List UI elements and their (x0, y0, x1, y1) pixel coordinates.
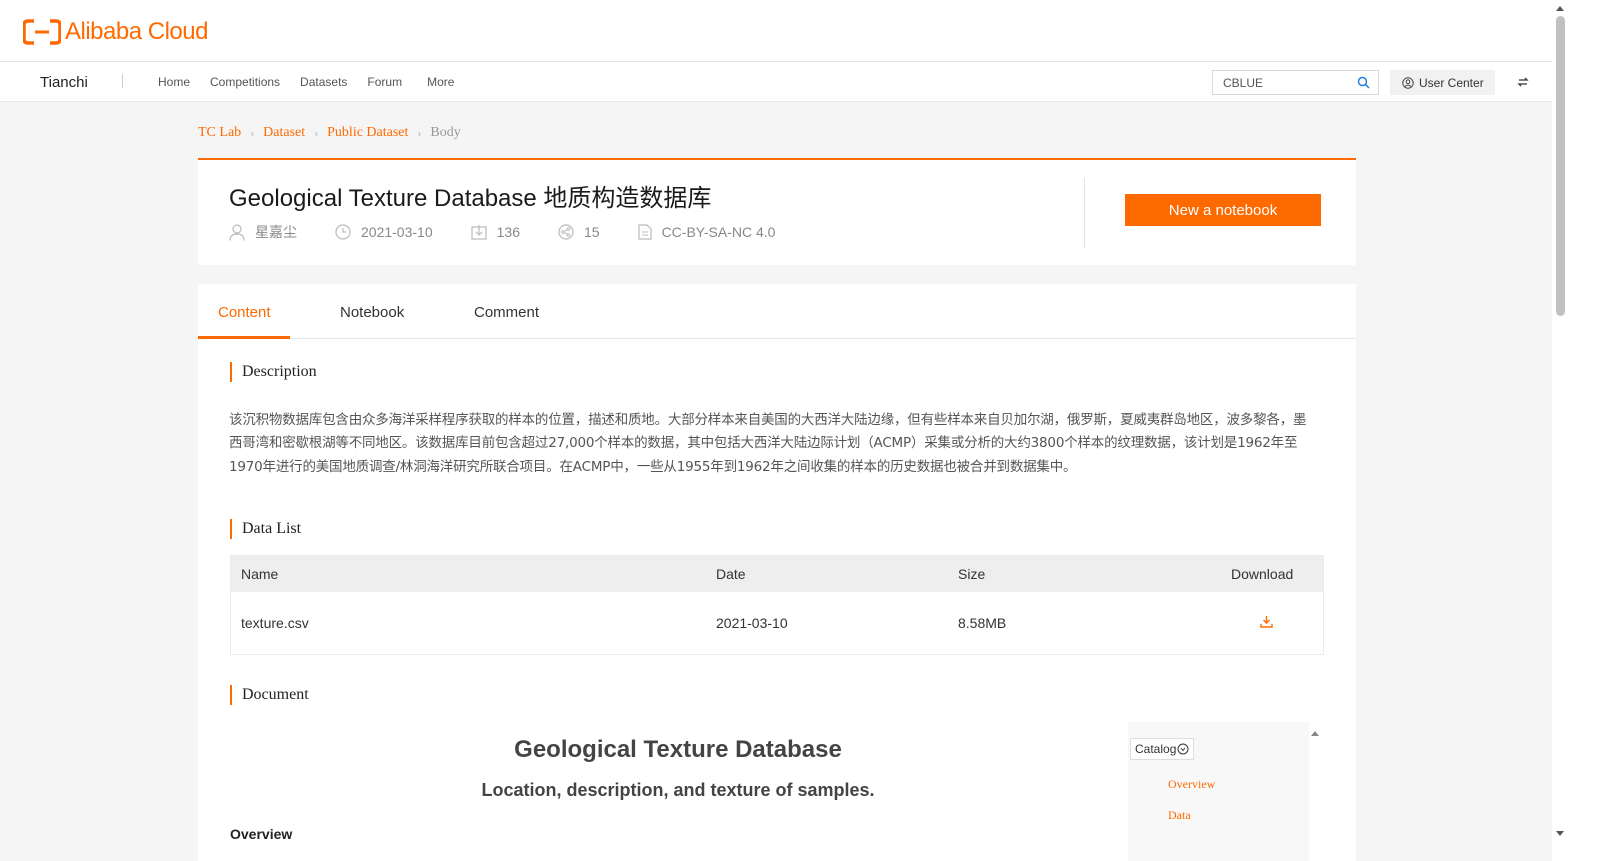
publish-date: 2021-03-10 (361, 224, 433, 240)
search-input[interactable] (1213, 71, 1343, 94)
col-date-header: Date (716, 566, 746, 582)
breadcrumb-dataset[interactable]: Dataset (263, 125, 305, 141)
catalog-toggle-button[interactable]: Catalog (1130, 738, 1195, 760)
tab-notebook[interactable]: Notebook (340, 304, 404, 321)
table-header: Name Date Size Download (231, 556, 1323, 592)
tab-content[interactable]: Content (218, 304, 271, 321)
document-overview-heading: Overview (230, 826, 293, 842)
dataset-meta: 星嘉尘 2021-03-10 136 15 CC-BY-SA-NC 4.0 (229, 222, 813, 242)
col-download-header: Download (1231, 566, 1294, 582)
nav-link-forum[interactable]: Forum (367, 75, 402, 89)
tab-bar: Content Notebook Comment (198, 284, 1356, 339)
dataset-title: Geological Texture Database 地质构造数据库 (229, 185, 712, 212)
user-circle-icon (1402, 76, 1414, 89)
file-name: texture.csv (241, 615, 309, 631)
catalog-label: Catalog (1135, 742, 1177, 756)
clock-icon (335, 224, 351, 240)
meta-shares: 15 (558, 224, 600, 240)
right-margin (1568, 0, 1600, 861)
meta-downloads: 136 (471, 224, 520, 240)
description-text: 该沉积物数据库包含由众多海洋采样程序获取的样本的位置，描述和质地。大部分样本来自… (229, 412, 1307, 475)
nav-brand-tianchi[interactable]: Tianchi (40, 74, 88, 91)
download-icon[interactable] (1260, 615, 1273, 631)
share-count: 15 (583, 224, 600, 240)
catalog-link-data[interactable]: Data (1168, 808, 1191, 823)
new-notebook-button[interactable]: New a notebook (1125, 194, 1321, 226)
breadcrumb-public-dataset[interactable]: Public Dataset (327, 125, 408, 141)
license-document-icon (637, 224, 652, 240)
chevron-right-icon: › (250, 125, 255, 140)
breadcrumb: TC Lab › Dataset › Public Dataset › Body (198, 125, 461, 141)
description-heading: Description (230, 362, 317, 382)
content-card: Content Notebook Comment Description 该沉积… (198, 284, 1356, 861)
search-icon[interactable] (1357, 76, 1370, 94)
tab-comment[interactable]: Comment (474, 304, 539, 321)
user-center-label: User Center (1419, 75, 1484, 90)
catalog-link-overview[interactable]: Overview (1168, 777, 1215, 792)
dataset-header-card: Geological Texture Database 地质构造数据库 星嘉尘 … (198, 158, 1356, 265)
user-icon (229, 223, 245, 241)
chevron-right-icon: › (314, 125, 319, 140)
breadcrumb-body: Body (430, 125, 461, 140)
share-icon (558, 224, 574, 240)
page-scroll-thumb[interactable] (1556, 16, 1565, 316)
top-header: Alibaba Cloud (0, 0, 1552, 62)
document-title: Geological Texture Database (514, 736, 842, 763)
download-count: 136 (496, 224, 520, 240)
alibaba-logo-icon (22, 19, 62, 45)
author-name[interactable]: 星嘉尘 (255, 222, 297, 242)
nav-bar: Tianchi Home Competitions Datasets Forum… (0, 62, 1552, 102)
logo-text: Alibaba Cloud (65, 18, 208, 45)
catalog-panel: Catalog Overview Data (1128, 722, 1309, 861)
meta-author: 星嘉尘 (229, 222, 297, 242)
nav-link-competitions[interactable]: Competitions (210, 75, 280, 89)
document-subtitle: Location, description, and texture of sa… (481, 780, 875, 800)
col-name-header: Name (241, 566, 279, 582)
document-heading: Document (230, 685, 309, 705)
header-divider (1084, 178, 1085, 248)
scroll-up-arrow-icon[interactable] (1310, 724, 1320, 742)
search-box (1212, 70, 1379, 95)
nav-links: Home Competitions Datasets Forum More (158, 75, 474, 89)
active-tab-indicator (198, 336, 290, 339)
scroll-down-arrow-icon[interactable] (1552, 828, 1568, 840)
chevron-circle-icon (1177, 743, 1189, 755)
table-row: texture.csv 2021-03-10 8.58MB (231, 592, 1323, 654)
nav-link-more[interactable]: More (427, 75, 454, 89)
page-scrollbar[interactable] (1552, 0, 1568, 861)
file-date: 2021-03-10 (716, 615, 788, 631)
alibaba-cloud-logo[interactable]: Alibaba Cloud (22, 18, 208, 46)
nav-divider (122, 74, 123, 88)
nav-link-home[interactable]: Home (158, 75, 190, 89)
col-size-header: Size (958, 566, 986, 582)
language-switch-icon[interactable] (1517, 75, 1529, 93)
nav-link-datasets[interactable]: Datasets (300, 75, 347, 89)
chevron-right-icon: › (417, 125, 422, 140)
file-size: 8.58MB (958, 615, 1007, 631)
document-viewer: Geological Texture Database Location, de… (230, 722, 1324, 861)
breadcrumb-tc-lab[interactable]: TC Lab (198, 125, 241, 141)
data-list-table: Name Date Size Download texture.csv 2021… (230, 555, 1324, 655)
download-count-icon (471, 225, 487, 240)
meta-license: CC-BY-SA-NC 4.0 (637, 224, 776, 240)
data-list-heading: Data List (230, 519, 301, 539)
scroll-up-arrow-icon[interactable] (1552, 2, 1568, 14)
user-center-button[interactable]: User Center (1390, 70, 1495, 95)
meta-date: 2021-03-10 (335, 224, 433, 240)
license-text: CC-BY-SA-NC 4.0 (661, 224, 776, 240)
